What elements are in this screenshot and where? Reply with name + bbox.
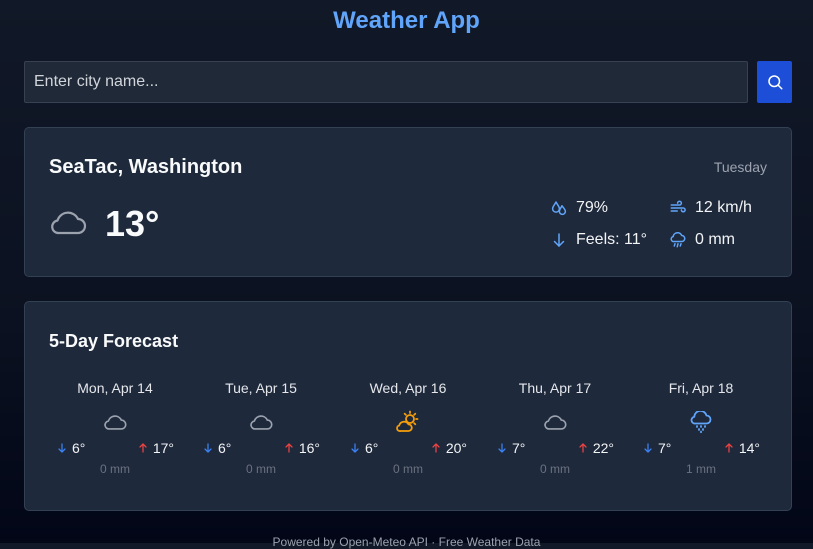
app-title: Weather App xyxy=(333,7,480,34)
search-bar xyxy=(24,61,792,103)
forecast-low: 6° xyxy=(56,440,85,456)
wind-stat: 12 km/h xyxy=(669,199,752,217)
location-name: SeaTac, Washington xyxy=(49,156,243,178)
forecast-low: 7° xyxy=(642,440,671,456)
cloud-icon xyxy=(103,410,127,434)
search-button[interactable] xyxy=(757,61,792,103)
forecast-date: Wed, Apr 16 xyxy=(369,380,447,396)
forecast-date: Tue, Apr 15 xyxy=(225,380,297,396)
cloud-icon xyxy=(49,208,87,241)
humidity-value: 79% xyxy=(576,199,609,216)
arrow-up-icon xyxy=(139,443,147,453)
forecast-date: Mon, Apr 14 xyxy=(77,380,153,396)
forecast-high: 22° xyxy=(577,440,614,456)
arrow-up-icon xyxy=(432,443,440,453)
arrow-up-icon xyxy=(725,443,733,453)
forecast-card: 5-Day Forecast Mon, Apr 14 6° 17° 0 mm T… xyxy=(24,301,792,511)
arrow-down-icon xyxy=(351,443,359,453)
city-search-input[interactable] xyxy=(24,61,748,103)
current-day: Tuesday xyxy=(713,159,767,175)
forecast-date: Fri, Apr 18 xyxy=(668,380,734,396)
forecast-high: 14° xyxy=(723,440,760,456)
rain-cloud-icon xyxy=(689,410,713,434)
current-temperature: 13° xyxy=(105,203,160,244)
forecast-day: Fri, Apr 18 7° 14° 1 mm xyxy=(636,380,766,476)
wind-icon xyxy=(670,200,686,213)
forecast-low: 7° xyxy=(496,440,525,456)
precipitation-stat: 0 mm xyxy=(669,231,735,249)
arrow-up-icon xyxy=(285,443,293,453)
arrow-down-icon xyxy=(58,443,66,453)
rain-cloud-icon xyxy=(670,231,686,248)
search-icon xyxy=(767,75,782,90)
forecast-high: 20° xyxy=(430,440,467,456)
droplets-icon xyxy=(551,201,567,216)
forecast-day: Tue, Apr 15 6° 16° 0 mm xyxy=(196,380,326,476)
current-weather-card: SeaTac, Washington Tuesday 13° 79% Feels… xyxy=(24,127,792,277)
arrow-down-icon xyxy=(204,443,212,453)
forecast-precip: 0 mm xyxy=(540,462,570,476)
arrow-up-icon xyxy=(579,443,587,453)
footer-credit: Powered by Open-Meteo API · Free Weather… xyxy=(272,535,541,549)
precipitation-value: 0 mm xyxy=(695,231,735,248)
forecast-low: 6° xyxy=(349,440,378,456)
forecast-precip: 0 mm xyxy=(246,462,276,476)
humidity-stat: 79% xyxy=(550,199,608,217)
forecast-date: Thu, Apr 17 xyxy=(518,380,592,396)
arrow-down-icon xyxy=(644,443,652,453)
forecast-precip: 1 mm xyxy=(686,462,716,476)
wind-value: 12 km/h xyxy=(695,199,752,216)
forecast-day: Mon, Apr 14 6° 17° 0 mm xyxy=(50,380,180,476)
partly-sunny-icon xyxy=(395,410,421,434)
arrow-down-icon xyxy=(553,233,565,247)
forecast-day: Thu, Apr 17 7° 22° 0 mm xyxy=(490,380,620,476)
feels-like-value: Feels: 11° xyxy=(576,231,648,248)
forecast-precip: 0 mm xyxy=(100,462,130,476)
arrow-down-icon xyxy=(498,443,506,453)
forecast-precip: 0 mm xyxy=(393,462,423,476)
forecast-day: Wed, Apr 16 6° 20° 0 mm xyxy=(343,380,473,476)
cloud-icon xyxy=(249,410,273,434)
forecast-title: 5-Day Forecast xyxy=(49,331,179,351)
forecast-high: 16° xyxy=(283,440,320,456)
cloud-icon xyxy=(543,410,567,434)
feels-like-stat: Feels: 11° xyxy=(550,231,647,249)
forecast-low: 6° xyxy=(202,440,231,456)
forecast-high: 17° xyxy=(137,440,174,456)
